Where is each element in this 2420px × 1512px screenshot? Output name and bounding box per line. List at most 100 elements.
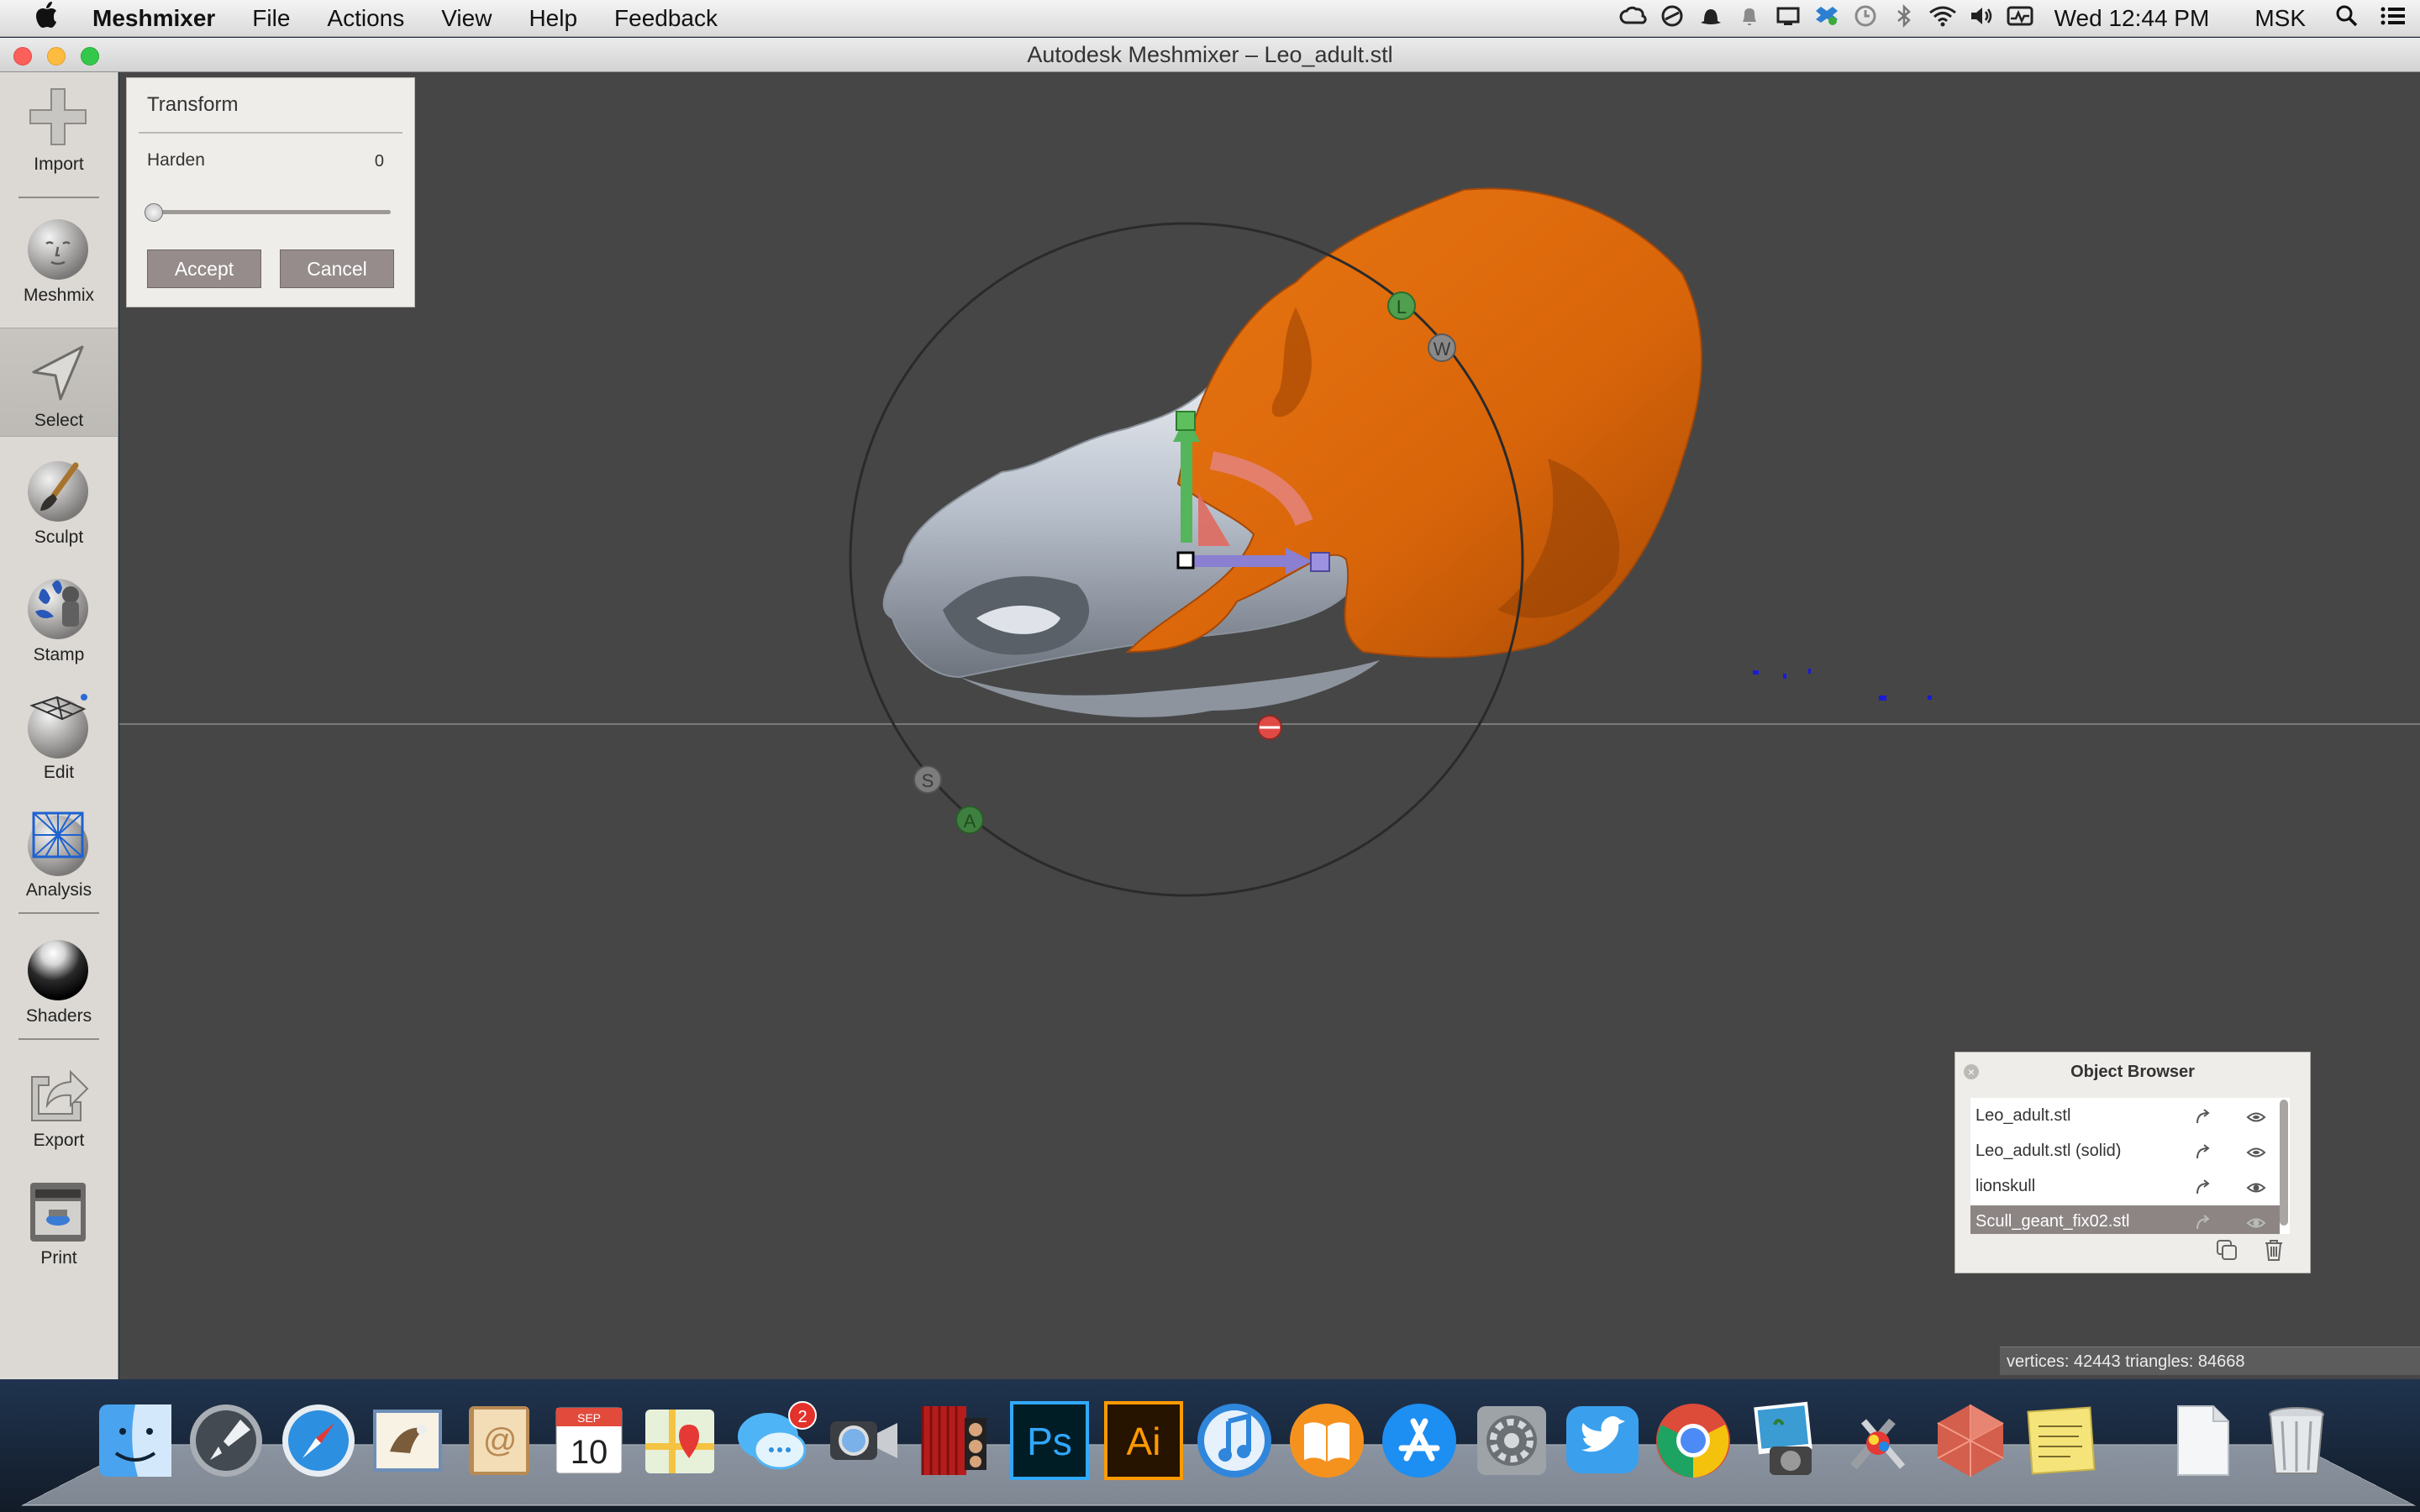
harden-value: 0 [374, 152, 384, 171]
calendar-icon[interactable]: SEP 10 [548, 1399, 630, 1482]
display-icon[interactable] [1769, 5, 1807, 32]
visibility-eye-icon[interactable] [2246, 1108, 2266, 1126]
tool-import[interactable]: Import [0, 72, 118, 181]
contacts-icon[interactable]: @ [457, 1399, 539, 1482]
time-machine-icon[interactable] [1846, 4, 1885, 34]
tool-analysis[interactable]: Analysis [0, 798, 118, 907]
cancel-button[interactable]: Cancel [280, 249, 394, 288]
trash-icon[interactable] [2261, 1237, 2286, 1263]
tool-select[interactable]: Select [0, 328, 118, 437]
chrome-icon[interactable] [1652, 1399, 1734, 1482]
face-sphere-icon [28, 219, 88, 280]
object-row[interactable]: lionskull [1970, 1170, 2280, 1204]
shader-sphere-icon [28, 940, 88, 1000]
meshmixer-icon[interactable] [1929, 1399, 2012, 1482]
creative-cloud-icon[interactable] [1614, 5, 1653, 32]
svg-text:SEP: SEP [577, 1411, 601, 1425]
facetime-icon[interactable] [822, 1399, 904, 1482]
photoshop-icon[interactable]: Ps [1008, 1399, 1091, 1482]
sync-icon[interactable] [1653, 4, 1691, 34]
window-close-button[interactable] [13, 47, 32, 66]
tool-label: Sculpt [34, 528, 84, 547]
gizmo-x-handle[interactable] [1310, 552, 1330, 572]
window-minimize-button[interactable] [47, 47, 66, 66]
pin-icon[interactable] [2194, 1143, 2214, 1162]
menu-file[interactable]: File [234, 5, 308, 32]
object-row[interactable]: Leo_adult.stl (solid) [1970, 1135, 2280, 1168]
mail-icon[interactable] [366, 1399, 449, 1482]
menubar-user[interactable]: MSK [2233, 5, 2328, 32]
illustrator-icon[interactable]: Ai [1102, 1399, 1185, 1482]
harden-slider-track[interactable] [150, 210, 391, 214]
menu-app-name[interactable]: Meshmixer [92, 5, 234, 32]
document-icon[interactable] [2161, 1399, 2244, 1482]
tool-meshmix[interactable]: Meshmix [0, 203, 118, 312]
object-row-selected[interactable]: Scull_geant_fix02.stl [1970, 1205, 2280, 1234]
appstore-icon[interactable] [1378, 1399, 1460, 1482]
dropbox-icon[interactable] [1807, 4, 1846, 34]
launchpad-icon[interactable] [185, 1399, 267, 1482]
menu-actions[interactable]: Actions [308, 5, 423, 32]
maps-icon[interactable] [639, 1399, 721, 1482]
svg-text:W: W [1434, 339, 1451, 360]
activity-monitor-icon[interactable] [2001, 5, 2039, 33]
menu-feedback[interactable]: Feedback [596, 5, 736, 32]
notification-center-icon[interactable] [2366, 5, 2420, 33]
menubar-clock[interactable]: Wed 12:44 PM [2039, 5, 2233, 32]
arrow-cursor-icon [32, 345, 84, 401]
tool-stamp[interactable]: Stamp [0, 563, 118, 672]
bluetooth-icon[interactable] [1885, 3, 1923, 34]
object-browser-panel: × Object Browser Leo_adult.stl Leo_adult… [1954, 1052, 2311, 1273]
tool-label: Analysis [25, 880, 92, 900]
tool-shaders[interactable]: Shaders [0, 924, 118, 1033]
tool-sculpt[interactable]: Sculpt [0, 445, 118, 554]
panel-title: Transform [147, 93, 239, 116]
pin-icon[interactable] [2194, 1179, 2214, 1197]
safari-icon[interactable] [277, 1399, 360, 1482]
object-name: Scull_geant_fix02.stl [1975, 1212, 2130, 1231]
pin-icon[interactable] [2194, 1108, 2214, 1126]
stickies-icon[interactable] [2020, 1399, 2102, 1482]
visibility-eye-icon[interactable] [2246, 1143, 2266, 1162]
object-name: lionskull [1975, 1177, 2036, 1195]
plus-icon [29, 88, 87, 145]
finder-icon[interactable] [94, 1399, 176, 1482]
trash-icon[interactable] [2255, 1399, 2338, 1482]
tool-export[interactable]: Export [0, 1048, 118, 1158]
tool-divider [18, 197, 99, 198]
itunes-icon[interactable] [1193, 1399, 1276, 1482]
accept-button[interactable]: Accept [147, 249, 261, 288]
menu-view[interactable]: View [423, 5, 510, 32]
visibility-eye-icon[interactable] [2246, 1179, 2266, 1197]
tool-print[interactable]: Print [0, 1166, 118, 1275]
wifi-icon[interactable] [1923, 5, 1962, 33]
photobooth-icon[interactable] [913, 1399, 995, 1482]
menu-help[interactable]: Help [510, 5, 596, 32]
utilities-icon[interactable] [1837, 1399, 1919, 1482]
export-icon [31, 1069, 89, 1121]
svg-text:S: S [922, 770, 934, 791]
hat-icon[interactable] [1691, 5, 1730, 32]
iphoto-icon[interactable] [1744, 1399, 1827, 1482]
harden-slider-thumb[interactable] [145, 203, 163, 222]
window-zoom-button[interactable] [81, 47, 99, 66]
system-preferences-icon[interactable] [1470, 1399, 1553, 1482]
twitter-icon[interactable] [1561, 1399, 1644, 1482]
spotlight-search-icon[interactable] [2328, 4, 2366, 34]
object-row[interactable]: Leo_adult.stl [1970, 1100, 2280, 1133]
ibooks-icon[interactable] [1286, 1399, 1368, 1482]
object-list-scrollbar[interactable] [2280, 1100, 2288, 1226]
volume-icon[interactable] [1962, 5, 2001, 33]
gizmo-y-handle[interactable] [1176, 411, 1196, 431]
tool-edit[interactable]: Edit [0, 680, 118, 790]
pin-icon[interactable] [2194, 1214, 2214, 1232]
window-title-bar: Autodesk Meshmixer – Leo_adult.stl [0, 38, 2420, 72]
notification-bell-icon[interactable] [1730, 5, 1769, 33]
svg-text:Ai: Ai [1127, 1420, 1161, 1463]
visibility-eye-icon[interactable] [2246, 1214, 2266, 1232]
apple-menu-icon[interactable] [0, 1, 92, 36]
stamp-icon [28, 579, 88, 639]
skull-jaw [960, 660, 1380, 717]
duplicate-icon[interactable] [2214, 1237, 2239, 1263]
svg-text:L: L [1397, 297, 1407, 318]
